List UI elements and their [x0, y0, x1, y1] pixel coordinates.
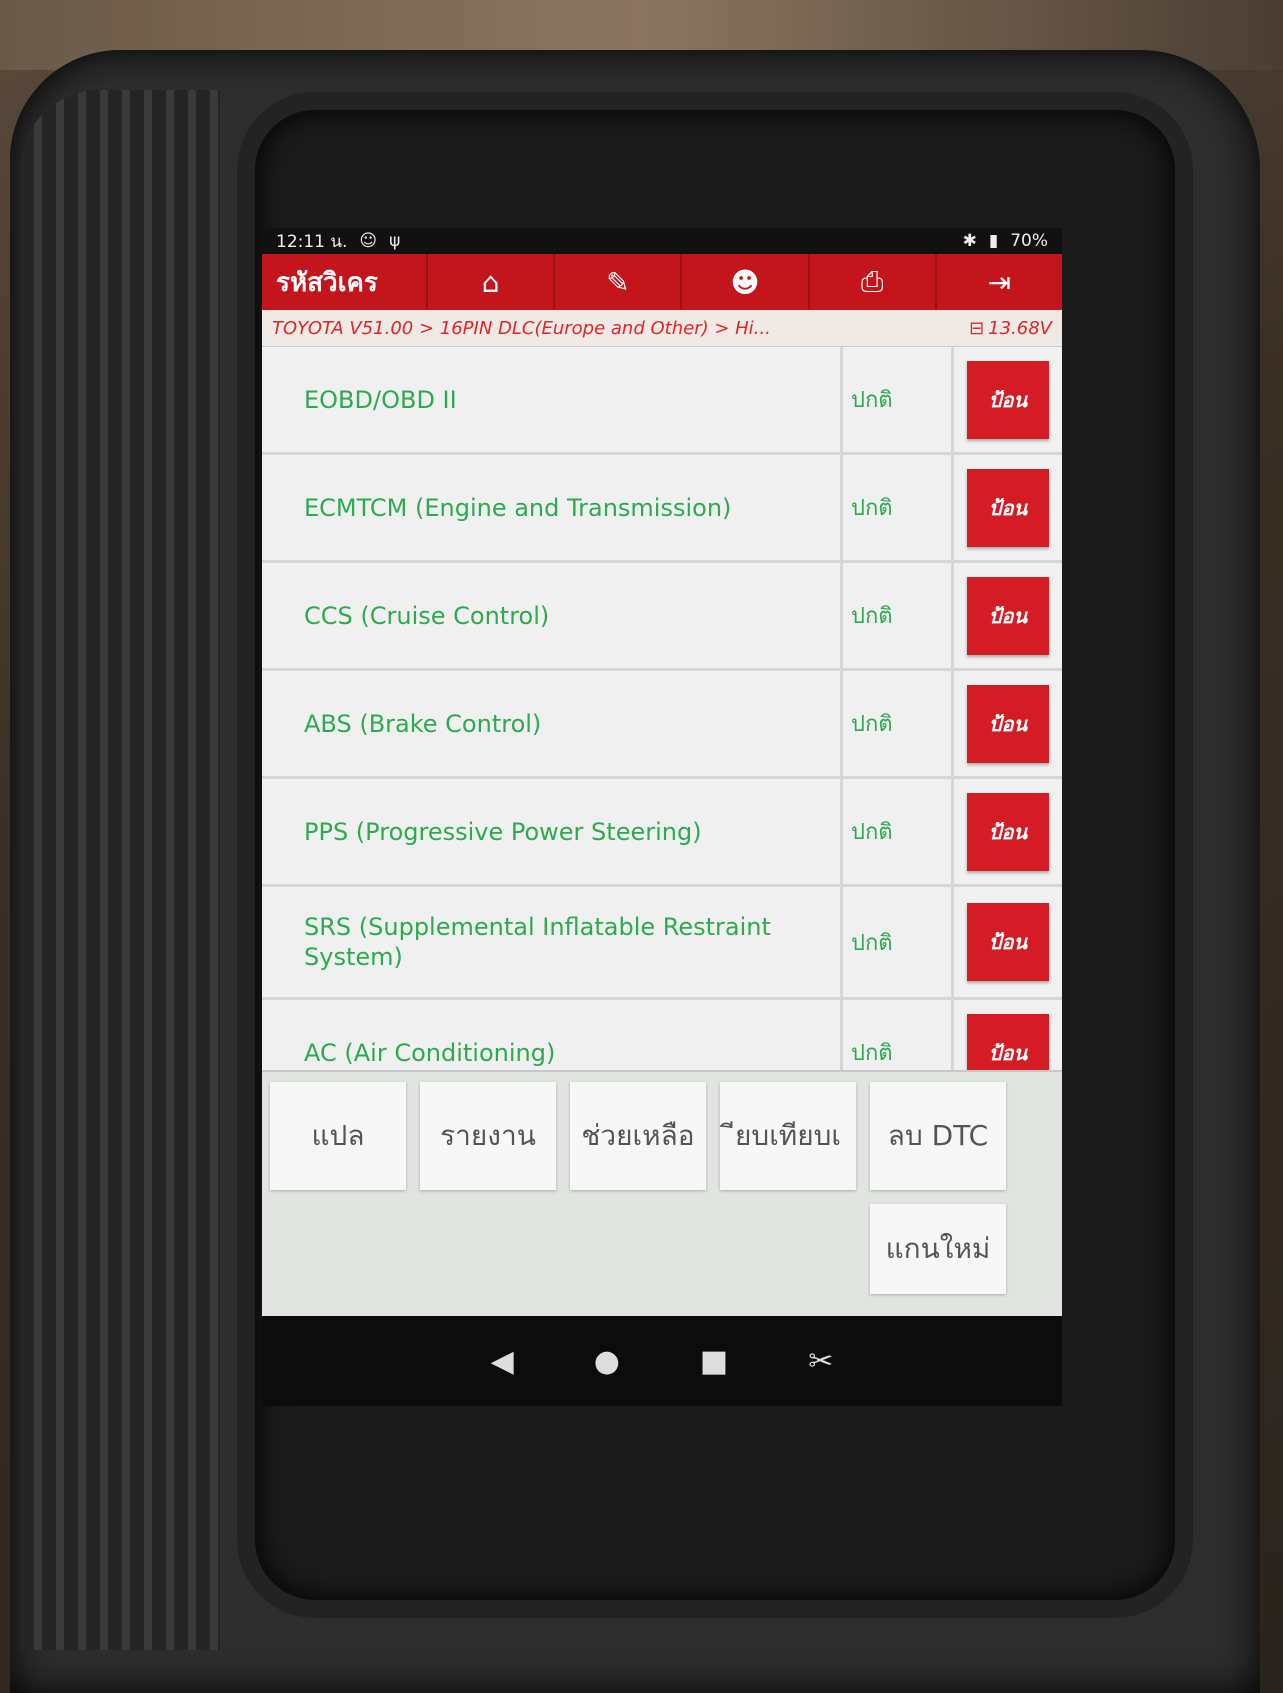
device-grip-ribs [20, 90, 220, 1650]
report-button[interactable]: รายงาน [420, 1082, 556, 1190]
battery-level: 70% [1010, 231, 1048, 251]
exit-icon: ⇥ [987, 265, 1012, 299]
breadcrumb-path: TOYOTA V51.00 > 16PIN DLC(Europe and Oth… [272, 317, 771, 339]
edit-button[interactable]: ✎ [553, 254, 680, 310]
home-button[interactable]: ⌂ [426, 254, 553, 310]
list-item: SRS (Supplemental Inflatable Restraint S… [262, 887, 1062, 1000]
list-item: ECMTCM (Engine and Transmission) ปกติ ป้… [262, 455, 1062, 563]
bluetooth-icon: ✱ [962, 231, 977, 251]
compare-button[interactable]: ียบเทียบเ [720, 1082, 856, 1190]
home-icon: ⌂ [481, 265, 500, 299]
enter-button[interactable]: ป้อน [967, 468, 1049, 547]
recents-icon[interactable]: ■ [700, 1344, 728, 1379]
tablet-screen: 12:11 น. ☺ ψ ✱ ▮ 70% รหัสวิเคร ⌂ ✎ ☻ ⎙ ⇥… [262, 228, 1062, 1406]
system-list: EOBD/OBD II ปกติ ป้อน ECMTCM (Engine and… [262, 347, 1062, 1108]
system-name: ABS (Brake Control) [262, 671, 843, 776]
system-status: ปกติ [843, 563, 954, 668]
enter-button[interactable]: ป้อน [967, 903, 1049, 981]
exit-button[interactable]: ⇥ [934, 254, 1062, 310]
list-item: ABS (Brake Control) ปกติ ป้อน [262, 671, 1062, 779]
system-name: EOBD/OBD II [262, 347, 843, 452]
battery-voltage-icon: ⊟ [969, 317, 985, 339]
enter-button[interactable]: ป้อน [967, 792, 1049, 871]
print-icon: ⎙ [861, 265, 884, 298]
back-icon[interactable]: ◀ [491, 1344, 514, 1379]
enter-button[interactable]: ป้อน [967, 360, 1049, 439]
system-status: ปกติ [843, 779, 954, 884]
home-nav-icon[interactable]: ● [594, 1344, 620, 1379]
enter-button[interactable]: ป้อน [967, 684, 1049, 763]
enter-button[interactable]: ป้อน [967, 576, 1049, 655]
system-status: ปกติ [843, 347, 954, 452]
page-title: รหัสวิเคร [276, 267, 378, 298]
clear-dtc-button[interactable]: ลบ DTC [870, 1082, 1006, 1190]
user-button[interactable]: ☻ [680, 254, 807, 310]
edit-icon: ✎ [606, 265, 630, 299]
list-item: CCS (Cruise Control) ปกติ ป้อน [262, 563, 1062, 671]
system-status: ปกติ [843, 455, 954, 560]
status-bar: 12:11 น. ☺ ψ ✱ ▮ 70% [262, 228, 1062, 254]
voltage-readout: ⊟ 13.68V [969, 318, 1052, 339]
clock: 12:11 น. [276, 231, 348, 252]
help-button[interactable]: ช่วยเหลือ [570, 1082, 706, 1190]
android-navbar: ◀ ● ■ ✂ [262, 1316, 1062, 1406]
rescan-button[interactable]: แกนใหม่ [870, 1204, 1006, 1294]
system-name: CCS (Cruise Control) [262, 563, 843, 668]
app-toolbar: รหัสวิเคร ⌂ ✎ ☻ ⎙ ⇥ [262, 254, 1062, 310]
voltage-value: 13.68V [988, 317, 1052, 339]
print-button[interactable]: ⎙ [807, 254, 935, 310]
translate-button[interactable]: แปล [270, 1082, 406, 1190]
system-name: ECMTCM (Engine and Transmission) [262, 455, 843, 560]
usb-icon: ψ [389, 231, 401, 251]
battery-icon: ▮ [988, 231, 999, 251]
breadcrumb: TOYOTA V51.00 > 16PIN DLC(Europe and Oth… [262, 310, 1062, 347]
action-bar: แปล รายงาน ช่วยเหลือ ียบเทียบเ ลบ DTC แก… [262, 1070, 1062, 1318]
notification-icon: ☺ [359, 231, 378, 251]
list-item: PPS (Progressive Power Steering) ปกติ ป้… [262, 779, 1062, 887]
person-icon: ☻ [730, 265, 760, 299]
system-name: SRS (Supplemental Inflatable Restraint S… [262, 887, 843, 997]
system-status: ปกติ [843, 887, 954, 997]
system-status: ปกติ [843, 671, 954, 776]
list-item: EOBD/OBD II ปกติ ป้อน [262, 347, 1062, 455]
system-name: PPS (Progressive Power Steering) [262, 779, 843, 884]
screenshot-icon[interactable]: ✂ [808, 1344, 833, 1379]
